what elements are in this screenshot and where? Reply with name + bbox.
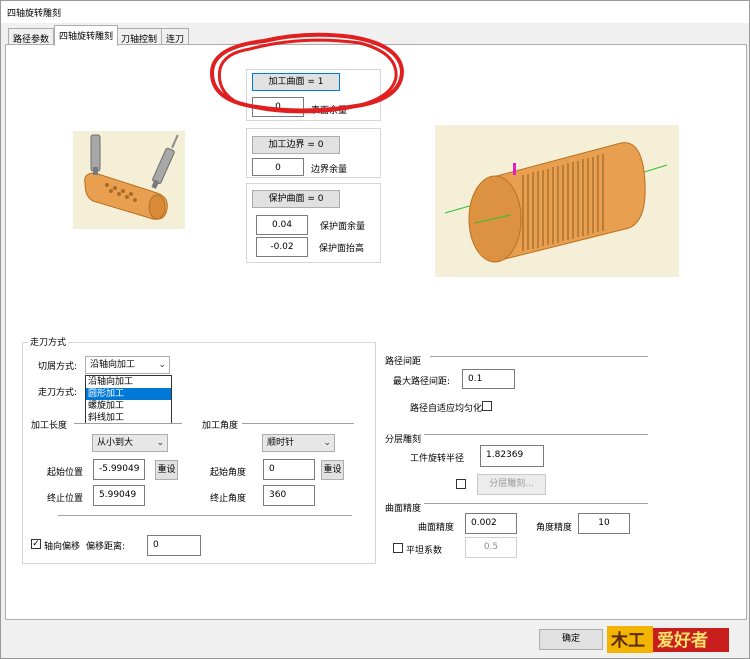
offset-distance-label: 偏移距离: [86, 542, 126, 552]
precision-divider [424, 503, 648, 505]
adaptive-spacing-checkbox[interactable] [482, 401, 492, 411]
ok-button[interactable]: 确定 [539, 629, 603, 650]
smooth-factor-input[interactable]: 0.5 [465, 537, 517, 558]
title-bar: 四轴旋转雕刻 [1, 1, 749, 23]
protect-allowance-input[interactable]: 0.04 [256, 215, 308, 235]
rotation-radius-input[interactable]: 1.82369 [480, 445, 544, 467]
layered-divider [424, 434, 648, 436]
chevron-down-icon: ⌄ [158, 360, 166, 370]
logo-icon: 木工 爱好者 [607, 626, 729, 653]
length-divider [74, 423, 182, 425]
chevron-down-icon: ⌄ [156, 438, 164, 448]
layered-checkbox[interactable] [456, 479, 466, 489]
length-section-title: 加工长度 [31, 421, 68, 431]
start-angle-input[interactable]: 0 [263, 459, 315, 480]
tool-path-group [22, 342, 376, 564]
reset-angle-button[interactable]: 重设 [321, 460, 344, 480]
red-annotation-circle [209, 32, 405, 114]
tab-path-params[interactable]: 路径参数 [8, 28, 55, 45]
end-position-label: 终止位置 [47, 494, 84, 504]
precision-title: 曲面精度 [385, 504, 422, 514]
angle-direction-value: 顺时针 [267, 438, 295, 448]
rotation-radius-label: 工件旋转半径 [410, 454, 465, 464]
axial-offset-label: 轴向偏移 [44, 542, 81, 552]
cut-mode-option[interactable]: 螺旋加工 [86, 400, 171, 412]
cut-mode-value: 沿轴向加工 [90, 360, 136, 370]
machining-boundary-button[interactable]: 加工边界 = 0 [252, 136, 340, 154]
protect-lift-label: 保护面抬高 [319, 244, 365, 254]
protect-allowance-label: 保护面余量 [320, 222, 366, 232]
bottom-bar: 确定 木工 爱好者 [1, 620, 749, 658]
part-preview-right [435, 125, 679, 277]
offset-distance-input[interactable]: 0 [147, 535, 201, 556]
tab-panel: 加工曲面 = 1 0 表面余量 加工边界 = 0 0 边界余量 保护曲面 = 0… [5, 32, 747, 620]
max-spacing-input[interactable]: 0.1 [462, 369, 515, 389]
boundary-allowance-label: 边界余量 [311, 165, 348, 175]
reset-length-button[interactable]: 重设 [155, 460, 178, 480]
walk-mode-label: 走刀方式: [38, 388, 78, 398]
protect-lift-input[interactable]: -0.02 [256, 237, 308, 257]
window-title: 四轴旋转雕刻 [7, 9, 62, 19]
end-angle-input[interactable]: 360 [263, 485, 315, 506]
offset-divider [58, 515, 352, 517]
angle-precision-label: 角度精度 [536, 523, 573, 533]
chevron-down-icon: ⌄ [323, 438, 331, 448]
length-order-value: 从小到大 [97, 438, 134, 448]
end-position-input[interactable]: 5.99049 [93, 485, 145, 506]
angle-section-title: 加工角度 [202, 421, 239, 431]
tab-four-axis-carving[interactable]: 四轴旋转雕刻 [54, 25, 119, 46]
angle-direction-select[interactable]: 顺时针 ⌄ [262, 434, 335, 452]
adaptive-spacing-label: 路径自适应均匀化 [410, 404, 483, 414]
layered-carving-button[interactable]: 分层雕刻... [477, 474, 546, 495]
start-position-input[interactable]: -5.99049 [93, 459, 145, 480]
start-angle-label: 起始角度 [210, 468, 247, 478]
cut-mode-option-highlighted[interactable]: 圆形加工 [86, 388, 171, 400]
tab-tool-axis-control[interactable]: 刀轴控制 [116, 28, 163, 45]
cut-mode-label: 切屑方式: [38, 362, 78, 372]
angle-precision-input[interactable]: 10 [578, 513, 630, 534]
part-preview-left [73, 131, 185, 229]
tool-path-group-title: 走刀方式 [28, 335, 69, 348]
layered-title: 分层雕刻 [385, 435, 422, 445]
site-logo: 木工 爱好者 [607, 622, 731, 655]
surface-precision-input[interactable]: 0.002 [465, 513, 517, 534]
dialog-window: 四轴旋转雕刻 路径参数 四轴旋转雕刻 刀轴控制 连刀 加工曲面 = 1 0 表面… [0, 0, 750, 659]
angle-divider [242, 423, 354, 425]
protect-surface-button[interactable]: 保护曲面 = 0 [252, 190, 340, 208]
cut-mode-dropdown: 沿轴向加工 圆形加工 螺旋加工 斜线加工 [85, 375, 172, 425]
length-order-select[interactable]: 从小到大 ⌄ [92, 434, 168, 452]
smooth-factor-checkbox[interactable] [393, 543, 403, 553]
boundary-allowance-input[interactable]: 0 [252, 158, 304, 176]
path-spacing-title: 路径间距 [385, 357, 422, 367]
cut-mode-select[interactable]: 沿轴向加工 ⌄ [85, 356, 170, 374]
start-position-label: 起始位置 [47, 468, 84, 478]
surface-precision-label: 曲面精度 [418, 523, 455, 533]
cut-mode-option[interactable]: 沿轴向加工 [86, 376, 171, 388]
max-spacing-label: 最大路径间距: [393, 377, 451, 387]
end-angle-label: 终止角度 [210, 494, 247, 504]
logo-right-text: 爱好者 [657, 630, 708, 651]
axial-offset-checkbox[interactable]: ✓ [31, 539, 41, 549]
path-spacing-divider [430, 356, 648, 358]
tab-link[interactable]: 连刀 [161, 28, 190, 45]
smooth-factor-label: 平坦系数 [406, 546, 443, 556]
logo-left-text: 木工 [610, 630, 645, 651]
